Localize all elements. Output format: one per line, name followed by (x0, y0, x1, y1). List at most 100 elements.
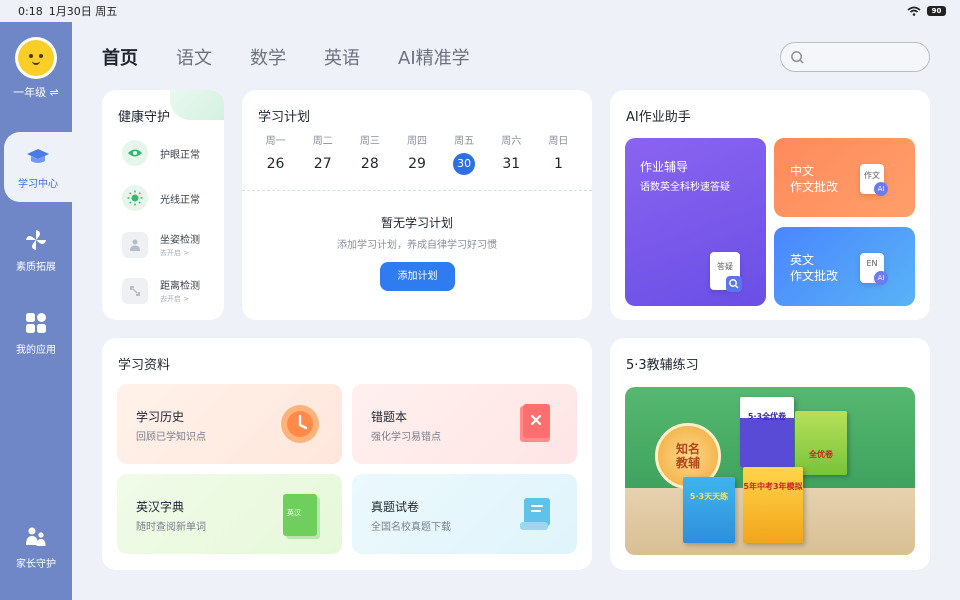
plan-empty-subtitle: 添加学习计划，养成自律学习好习惯 (337, 240, 497, 251)
tile-title: 英汉字典 (136, 500, 185, 514)
day-item[interactable]: 周三 28 (346, 132, 393, 175)
health-item-eye[interactable]: 护眼正常 (122, 140, 200, 166)
day-date: 31 (502, 156, 521, 172)
sidebar-item-label: 我的应用 (16, 344, 56, 356)
tab-chinese[interactable]: 语文 (176, 44, 212, 70)
add-plan-button[interactable]: 添加计划 (380, 262, 455, 291)
posture-icon (122, 231, 148, 258)
day-item[interactable]: 周四 29 (393, 132, 440, 175)
apps-grid-icon (26, 312, 46, 333)
sidebar-item-label: 家长守护 (16, 558, 56, 570)
sidebar-item-quality-expansion[interactable]: 素质拓展 (0, 215, 72, 285)
badge-line1: 知名 (675, 442, 700, 456)
wifi-icon (907, 6, 921, 16)
avatar[interactable] (15, 37, 57, 79)
parent-child-icon (26, 527, 46, 546)
tile-title: 真题试卷 (371, 500, 420, 514)
tile-subtitle: 回顾已学知识点 (136, 432, 206, 443)
day-item[interactable]: 周六 31 (488, 132, 535, 175)
divider (242, 190, 592, 191)
day-name: 周一 (265, 136, 286, 147)
tab-ai-precision[interactable]: AI精准学 (398, 44, 470, 70)
sidebar-item-learning-center[interactable]: 学习中心 (4, 132, 72, 202)
day-item-today[interactable]: 周五 30 (441, 132, 488, 175)
materials-title: 学习资料 (118, 358, 171, 373)
book-cover: 5·3全优卷 (740, 397, 794, 467)
p53-title: 5·3教辅练习 (626, 358, 699, 373)
day-name: 周三 (359, 136, 380, 147)
tile-subtitle: 作文批改 (790, 180, 839, 194)
day-name: 周日 (548, 136, 569, 147)
status-bar: 0:18 1月30日 周五 90 (0, 0, 960, 22)
profile[interactable]: 一年级 ⇌ (0, 22, 72, 130)
homework-tutoring-tile[interactable]: 作业辅导 语数英全科秒速答疑 答疑 (625, 138, 766, 306)
book-title: 5年中考3年模拟 (743, 482, 803, 491)
sidebar-item-label: 学习中心 (18, 178, 58, 190)
day-item[interactable]: 周二 27 (299, 132, 346, 175)
sun-icon (122, 185, 148, 211)
sidebar-item-parent-guard[interactable]: 家长守护 (0, 512, 72, 582)
day-date: 29 (408, 156, 426, 172)
grade-switcher[interactable]: 一年级 ⇌ (0, 84, 72, 100)
tile-title: 作业辅导 (640, 160, 689, 174)
english-essay-grading-tile[interactable]: 英文 作文批改 EN AI (774, 227, 915, 306)
tile-title: 中文 (790, 164, 815, 178)
tab-home[interactable]: 首页 (102, 44, 138, 70)
book-cover: 全优卷 (795, 411, 847, 475)
study-plan-card: 学习计划 周一 26 周二 27 周三 28 周四 29 周五 30 周六 31 周日 1 暂… (242, 90, 592, 320)
health-item-sub[interactable]: 去开启 > (160, 248, 200, 258)
search-input[interactable] (780, 42, 930, 72)
sidebar-item-label: 素质拓展 (16, 261, 56, 273)
health-title: 健康守护 (118, 110, 171, 125)
day-name: 周四 (406, 136, 427, 147)
book-cover: 5年中考3年模拟 (743, 467, 803, 543)
avatar-chick-icon (18, 40, 54, 76)
subject-tabs: 首页 语文 数学 英语 AI精准学 (102, 44, 508, 70)
distance-icon (122, 277, 148, 304)
textbook-banner[interactable]: 知名 教辅 5·3全优卷 全优卷 5·3天天练 5年中考3年模拟 (625, 387, 915, 555)
textbook-practice-card: 5·3教辅练习 知名 教辅 5·3全优卷 全优卷 5·3天天练 5年中考3年模拟 (610, 338, 930, 570)
book-cover: 5·3天天练 (683, 477, 735, 543)
day-item[interactable]: 周日 1 (535, 132, 582, 175)
tab-math[interactable]: 数学 (250, 44, 286, 70)
eye-icon (122, 140, 148, 166)
day-name: 周六 (501, 136, 522, 147)
day-date: 27 (313, 156, 332, 172)
day-date: 1 (553, 156, 563, 172)
tile-subtitle: 全国名校真题下载 (371, 522, 451, 533)
health-item-label: 护眼正常 (160, 149, 200, 161)
tile-subtitle: 语数英全科秒速答疑 (640, 182, 730, 193)
ai-badge: AI (874, 271, 888, 285)
learning-materials-card: 学习资料 学习历史 回顾已学知识点 错题本 强化学习易错点 英汉字典 随时查阅新… (102, 338, 592, 570)
health-item-light[interactable]: 光线正常 (122, 185, 200, 211)
health-item-sub[interactable]: 去开启 > (160, 294, 200, 304)
day-item[interactable]: 周一 26 (252, 132, 299, 175)
book-title: 全优卷 (809, 450, 833, 459)
health-item-label: 距离检测 (160, 281, 200, 292)
decoration (170, 90, 224, 120)
badge-line2: 教辅 (675, 456, 700, 470)
chinese-essay-grading-tile[interactable]: 中文 作文批改 作文 AI (774, 138, 915, 217)
tab-english[interactable]: 英语 (324, 44, 360, 70)
health-card: 健康守护 护眼正常 光线正常 坐姿检测 去开启 > 距离检测 去开启 > (102, 90, 224, 320)
sidebar-item-my-apps[interactable]: 我的应用 (0, 298, 72, 368)
paper-label: EN (866, 259, 878, 268)
study-history-tile[interactable]: 学习历史 回顾已学知识点 (117, 384, 342, 464)
mistake-book-icon (520, 404, 550, 442)
ai-homework-card: AI作业助手 作业辅导 语数英全科秒速答疑 答疑 中文 作文批改 作文 AI 英… (610, 90, 930, 320)
dictionary-icon: 英汉 (283, 494, 317, 536)
ai-badge: AI (874, 182, 888, 196)
mistake-book-tile[interactable]: 错题本 强化学习易错点 (352, 384, 577, 464)
health-item-distance[interactable]: 距离检测 去开启 > (122, 277, 200, 304)
english-dictionary-tile[interactable]: 英汉字典 随时查阅新单词 英汉 (117, 474, 342, 554)
clock-icon (281, 405, 319, 443)
health-item-posture[interactable]: 坐姿检测 去开启 > (122, 231, 200, 258)
tile-subtitle: 作文批改 (790, 269, 839, 283)
paper-label: 作文 (864, 171, 880, 180)
week-calendar: 周一 26 周二 27 周三 28 周四 29 周五 30 周六 31 周日 1 (252, 132, 582, 175)
search-icon (791, 51, 804, 64)
tile-subtitle: 随时查阅新单词 (136, 522, 206, 533)
exam-paper-icon (520, 498, 550, 530)
status-date: 1月30日 周五 (48, 5, 118, 18)
past-exam-papers-tile[interactable]: 真题试卷 全国名校真题下载 (352, 474, 577, 554)
